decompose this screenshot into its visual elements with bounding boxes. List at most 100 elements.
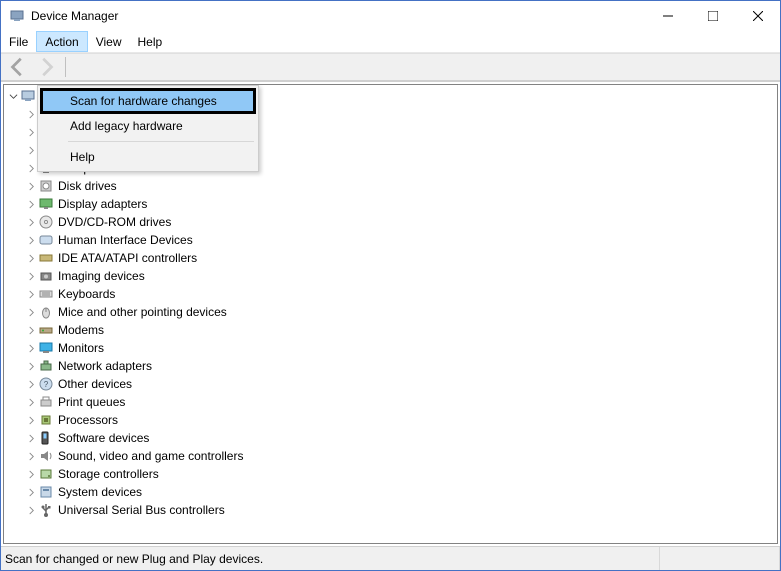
svg-text:?: ? [44,380,49,389]
sound-icon [38,448,54,464]
dropdown-scan-hardware[interactable]: Scan for hardware changes [40,88,256,114]
tree-item[interactable]: DVD/CD-ROM drives [4,213,777,231]
chevron-right-icon[interactable] [26,361,36,371]
tree-item-label: Mice and other pointing devices [58,305,227,319]
tree-item[interactable]: Print queues [4,393,777,411]
menu-action[interactable]: Action [36,31,87,52]
chevron-right-icon[interactable] [26,253,36,263]
tree-item[interactable]: Mice and other pointing devices [4,303,777,321]
software-icon [38,430,54,446]
tree-item[interactable]: ? Other devices [4,375,777,393]
other-icon: ? [38,376,54,392]
tree-item-label: Monitors [58,341,104,355]
chevron-right-icon[interactable] [26,289,36,299]
window-title: Device Manager [31,9,645,23]
disk-icon [38,178,54,194]
tree-item-label: Network adapters [58,359,152,373]
tree-item[interactable]: Software devices [4,429,777,447]
chevron-right-icon[interactable] [26,199,36,209]
tree-item-label: Processors [58,413,118,427]
chevron-right-icon[interactable] [26,307,36,317]
dropdown-separator [68,141,254,142]
tree-item-label: Sound, video and game controllers [58,449,243,463]
tree-item[interactable]: Monitors [4,339,777,357]
action-dropdown: Scan for hardware changes Add legacy har… [37,85,259,172]
tree-item[interactable]: Processors [4,411,777,429]
tree-item[interactable]: Storage controllers [4,465,777,483]
tree-item[interactable]: Imaging devices [4,267,777,285]
tree-item-label: Imaging devices [58,269,145,283]
tree-item-label: Print queues [58,395,125,409]
chevron-right-icon[interactable] [26,397,36,407]
tree-item-label: Display adapters [58,197,147,211]
tree-item[interactable]: Display adapters [4,195,777,213]
tree-item[interactable]: Sound, video and game controllers [4,447,777,465]
minimize-button[interactable] [645,1,690,31]
chevron-right-icon[interactable] [26,487,36,497]
tree-item-label: Software devices [58,431,149,445]
tree-item[interactable]: Network adapters [4,357,777,375]
tree-item[interactable]: Disk drives [4,177,777,195]
printer-icon [38,394,54,410]
forward-button[interactable] [35,56,57,78]
tree-item-label: Other devices [58,377,132,391]
cd-icon [38,214,54,230]
tree-item-label: Disk drives [58,179,117,193]
chevron-right-icon[interactable] [26,127,36,137]
chevron-right-icon[interactable] [26,217,36,227]
dropdown-help[interactable]: Help [40,145,256,169]
menu-file[interactable]: File [1,31,36,52]
chevron-right-icon[interactable] [26,163,36,173]
chevron-right-icon[interactable] [26,343,36,353]
tree-item[interactable]: System devices [4,483,777,501]
storage-icon [38,466,54,482]
chevron-right-icon[interactable] [26,379,36,389]
dropdown-add-legacy[interactable]: Add legacy hardware [40,114,256,138]
chevron-right-icon[interactable] [26,325,36,335]
chevron-right-icon[interactable] [26,469,36,479]
ide-icon [38,250,54,266]
content-area: Scan for hardware changes Add legacy har… [1,81,780,546]
close-button[interactable] [735,1,780,31]
chevron-right-icon[interactable] [26,145,36,155]
chevron-right-icon[interactable] [26,433,36,443]
tree-item[interactable]: Universal Serial Bus controllers [4,501,777,519]
keyboard-icon [38,286,54,302]
camera-icon [38,268,54,284]
network-icon [38,358,54,374]
chevron-right-icon[interactable] [26,271,36,281]
cpu-icon [38,412,54,428]
toolbar-separator [65,57,66,77]
tree-item-label: Modems [58,323,104,337]
tree-item-label: DVD/CD-ROM drives [58,215,171,229]
chevron-right-icon[interactable] [26,235,36,245]
modem-icon [38,322,54,338]
monitor-icon [38,340,54,356]
tree-item[interactable]: Modems [4,321,777,339]
tree-item[interactable]: Keyboards [4,285,777,303]
chevron-right-icon[interactable] [26,181,36,191]
back-button[interactable] [7,56,29,78]
display-icon [38,196,54,212]
chevron-right-icon[interactable] [26,415,36,425]
statusbar: Scan for changed or new Plug and Play de… [1,546,780,570]
computer-icon [20,88,36,104]
tree-item[interactable]: Human Interface Devices [4,231,777,249]
tree-item-label: System devices [58,485,142,499]
usb-icon [38,502,54,518]
menu-help[interactable]: Help [130,31,171,52]
menu-view[interactable]: View [88,31,130,52]
tree-item[interactable]: IDE ATA/ATAPI controllers [4,249,777,267]
app-icon [9,8,25,24]
chevron-right-icon[interactable] [26,109,36,119]
tree-item-label: Keyboards [58,287,115,301]
chevron-down-icon[interactable] [8,91,18,101]
mouse-icon [38,304,54,320]
maximize-button[interactable] [690,1,735,31]
hid-icon [38,232,54,248]
system-icon [38,484,54,500]
chevron-right-icon[interactable] [26,505,36,515]
chevron-right-icon[interactable] [26,451,36,461]
titlebar[interactable]: Device Manager [1,1,780,31]
tree-container[interactable]: Scan for hardware changes Add legacy har… [3,84,778,544]
